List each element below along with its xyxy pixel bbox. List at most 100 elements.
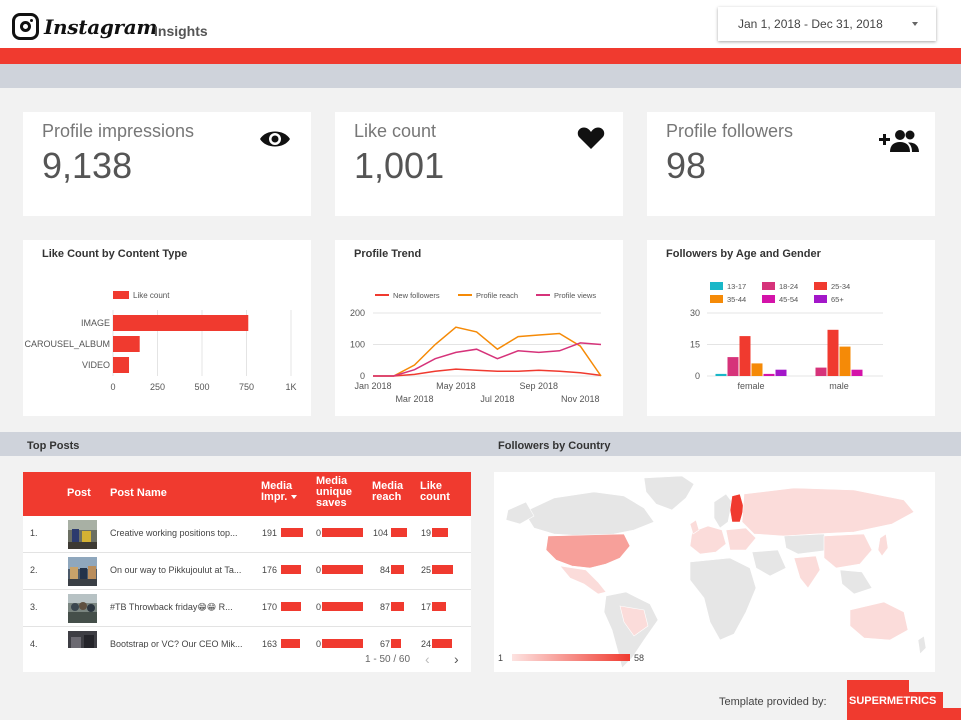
kpi-card-likes: Like count 1,001 — [335, 112, 623, 216]
japan-region — [877, 533, 889, 557]
legend-label: 13-17 — [727, 282, 746, 291]
column-header-post[interactable]: Post — [67, 488, 91, 499]
greenland-region — [643, 475, 695, 511]
kpi-label: Like count — [354, 121, 437, 141]
legend-label: 35-44 — [727, 295, 746, 304]
bar — [763, 373, 775, 376]
legend-label: 45-54 — [779, 295, 798, 304]
x-tick-label: 0 — [110, 382, 115, 392]
saves-value: 0 — [316, 565, 322, 575]
y-tick-label: 30 — [690, 308, 700, 318]
impressions-bar — [281, 602, 301, 611]
bar — [113, 357, 130, 373]
x-tick-label: Jan 2018 — [354, 381, 391, 391]
saves-bar — [322, 602, 363, 611]
add-people-icon — [879, 130, 919, 152]
supermetrics-logo[interactable]: SUPERMETRICS TM — [847, 680, 961, 720]
legend-label: Like count — [133, 291, 170, 300]
table-header: Post Post Name Media Impr. Media unique … — [23, 472, 471, 516]
next-page-icon[interactable]: › — [454, 651, 459, 667]
scandinavia-region — [713, 493, 733, 529]
likes-value: 25 — [421, 565, 432, 575]
post-thumbnail[interactable] — [68, 557, 97, 586]
saves-bar — [322, 528, 363, 537]
legend-label: New followers — [393, 291, 440, 300]
pagination-range: 1 - 50 / 60 — [365, 654, 411, 665]
reach-value: 87 — [380, 602, 391, 612]
bar — [827, 329, 839, 376]
new-zealand-region — [917, 635, 927, 655]
column-header-post-name[interactable]: Post Name — [110, 488, 167, 499]
likes-bar — [432, 528, 448, 537]
column-header-saves[interactable]: Media unique saves — [316, 476, 364, 509]
logo-text: Instagram — [44, 14, 158, 39]
reach-bar — [391, 602, 405, 611]
kpi-label: Profile impressions — [42, 121, 195, 141]
table-row[interactable]: 2. On our way to Pikkujoulut at Ta... 17… — [23, 553, 471, 590]
reach-bar — [391, 528, 407, 537]
section-band — [0, 432, 961, 456]
y-tick-label: 0 — [360, 371, 365, 381]
column-header-likes[interactable]: Like count — [420, 481, 460, 503]
x-tick-label: Nov 2018 — [561, 394, 600, 404]
chart-card-age-gender: Followers by Age and Gender 0 15 30 13-17 18… — [647, 240, 935, 416]
table-row[interactable]: 1. Creative working positions top... 191… — [23, 516, 471, 553]
post-name[interactable]: #TB Throwback friday😁😁 R... — [110, 602, 255, 613]
prev-page-icon[interactable]: ‹ — [425, 651, 430, 667]
chart-card-like-count: Like Count by Content Type 0 250 500 750 1K L… — [23, 240, 311, 416]
supermetrics-wordmark: SUPERMETRICS — [849, 695, 936, 707]
x-tick-label: Jul 2018 — [480, 394, 514, 404]
x-tick-label: May 2018 — [436, 381, 476, 391]
top-bar: Instagram Insights Jan 1, 2018 - Dec 31,… — [0, 0, 961, 48]
post-name[interactable]: Creative working positions top... — [110, 528, 255, 538]
bar — [751, 363, 763, 376]
like-count-chart: 0 250 500 750 1K Like count IMAGE CAROUSEL_ALBU… — [24, 291, 297, 392]
likes-bar — [432, 565, 453, 574]
post-name[interactable]: On our way to Pikkujoulut at Ta... — [110, 565, 255, 575]
canada-region — [523, 491, 655, 537]
reach-bar — [391, 565, 404, 574]
southeast-asia-region — [839, 569, 873, 595]
impressions-bar — [281, 639, 300, 648]
table-row[interactable]: 3. #TB Throwback friday😁😁 R... 170 0 87 … — [23, 590, 471, 627]
impressions-value: 191 — [262, 528, 278, 538]
saves-value: 0 — [316, 528, 322, 538]
bar — [715, 373, 727, 376]
legend-swatch — [814, 295, 827, 303]
legend-swatch — [762, 282, 775, 290]
column-header-label: Media Impr. — [261, 480, 293, 503]
impressions-value: 170 — [262, 602, 278, 612]
likes-bar — [432, 602, 447, 611]
bar — [851, 369, 863, 376]
bar — [739, 336, 751, 376]
reach-value: 84 — [380, 565, 391, 575]
likes-value: 17 — [421, 602, 432, 612]
age-gender-chart: 0 15 30 13-17 18-24 25-34 35-44 45-54 65+ female m… — [690, 282, 883, 391]
y-tick-label: 100 — [350, 340, 365, 350]
row-number: 2. — [30, 565, 38, 575]
column-header-impressions[interactable]: Media Impr. — [261, 481, 311, 503]
usa-region — [545, 533, 631, 569]
post-thumbnail[interactable] — [68, 594, 97, 623]
post-thumbnail[interactable] — [68, 520, 97, 549]
date-range-picker[interactable]: Jan 1, 2018 - Dec 31, 2018 — [718, 7, 936, 41]
likes-bar — [432, 639, 453, 648]
chart-card-profile-trend: Profile Trend 0 100 200 Jan 2018 May 2018 Sep… — [335, 240, 623, 416]
world-map[interactable]: 1 58 — [494, 472, 935, 672]
row-number: 1. — [30, 528, 38, 538]
x-tick-label: 500 — [194, 382, 209, 392]
section-title-top-posts: Top Posts — [27, 440, 80, 452]
kpi-value: 1,001 — [354, 145, 445, 186]
category-label: VIDEO — [82, 360, 110, 370]
map-legend-max: 58 — [634, 653, 644, 663]
dropdown-caret-icon — [912, 22, 918, 26]
kpi-value: 9,138 — [42, 145, 133, 186]
column-header-reach[interactable]: Media reach — [372, 481, 412, 503]
map-legend-gradient — [512, 654, 630, 661]
y-tick-label: 0 — [695, 371, 700, 381]
bar — [113, 336, 140, 352]
x-tick-label: 250 — [150, 382, 165, 392]
central-asia-region — [783, 533, 831, 555]
y-tick-label: 15 — [690, 340, 700, 350]
section-title-followers-country: Followers by Country — [498, 440, 611, 452]
